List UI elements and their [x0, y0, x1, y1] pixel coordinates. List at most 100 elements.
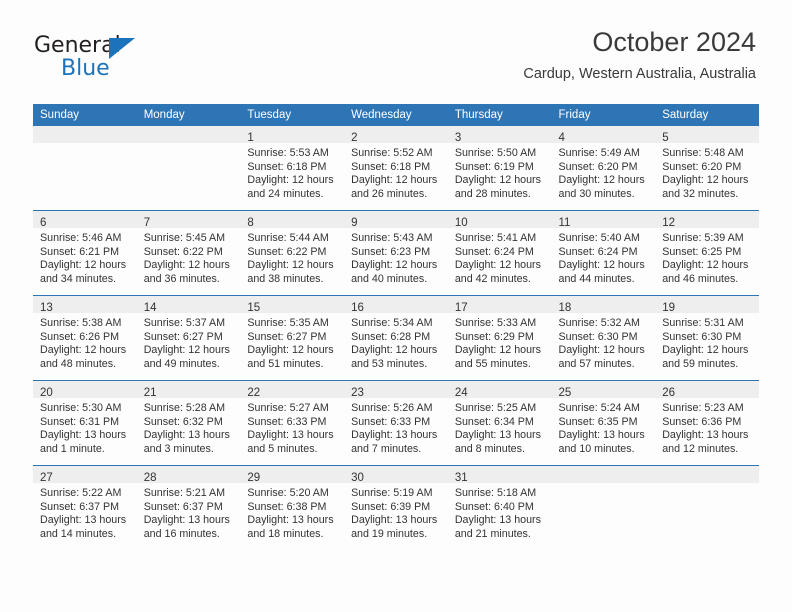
day-cell-26[interactable]: 26 Sunrise: 5:23 AM Sunset: 6:36 PM Dayligh… — [655, 380, 759, 466]
day-cell-18[interactable]: 18 Sunrise: 5:32 AM Sunset: 6:30 PM Dayligh… — [551, 295, 656, 381]
sunrise-line: Sunrise: 5:20 AM — [247, 487, 329, 499]
day-cell-details: Sunrise: 5:30 AM Sunset: 6:31 PM Daylight:… — [33, 398, 137, 456]
day-cell-27[interactable]: 27 Sunrise: 5:22 AM Sunset: 6:37 PM Dayligh… — [33, 465, 137, 550]
daylight-line-2: and 5 minutes. — [247, 442, 318, 455]
day-number-band: 8 — [240, 211, 345, 229]
day-number-band: 11 — [551, 211, 656, 229]
day-number: 17 — [454, 302, 468, 314]
day-cell-3[interactable]: 3 Sunrise: 5:50 AM Sunset: 6:19 PM Daylight… — [447, 126, 552, 211]
day-cell-details: Sunrise: 5:45 AM Sunset: 6:22 PM Daylight:… — [137, 228, 241, 286]
day-cell-19[interactable]: 19 Sunrise: 5:31 AM Sunset: 6:30 PM Dayligh… — [655, 295, 759, 381]
day-cell-details — [33, 143, 137, 147]
daylight-line-2: and 16 minutes. — [143, 527, 220, 540]
sunset-line: Sunset: 6:23 PM — [351, 245, 431, 258]
calendar-header-row: Sunday Monday Tuesday Wednesday Thursday Frid… — [33, 104, 759, 126]
sunrise-line: Sunrise: 5:52 AM — [351, 147, 433, 159]
day-cell-24[interactable]: 24 Sunrise: 5:25 AM Sunset: 6:34 PM Dayligh… — [447, 380, 552, 466]
sunset-line: Sunset: 6:20 PM — [662, 160, 742, 173]
day-number-band: 2 — [344, 126, 448, 144]
day-cell-6[interactable]: 6 Sunrise: 5:46 AM Sunset: 6:21 PM Daylight… — [33, 210, 137, 296]
day-cell-4[interactable]: 4 Sunrise: 5:49 AM Sunset: 6:20 PM Daylight… — [551, 126, 656, 211]
weekday-header-tuesday: Tuesday — [240, 104, 345, 126]
day-cell-2[interactable]: 2 Sunrise: 5:52 AM Sunset: 6:18 PM Daylight… — [344, 126, 448, 211]
day-number-band: 23 — [344, 381, 448, 399]
day-cell-11[interactable]: 11 Sunrise: 5:40 AM Sunset: 6:24 PM Dayligh… — [551, 210, 656, 296]
day-cell-1[interactable]: 1 Sunrise: 5:53 AM Sunset: 6:18 PM Daylight… — [240, 126, 345, 211]
day-cell-16[interactable]: 16 Sunrise: 5:34 AM Sunset: 6:28 PM Dayligh… — [344, 295, 448, 381]
day-cell-30[interactable]: 30 Sunrise: 5:19 AM Sunset: 6:39 PM Dayligh… — [344, 465, 448, 550]
day-cell-31[interactable]: 31 Sunrise: 5:18 AM Sunset: 6:40 PM Dayligh… — [447, 465, 552, 550]
page-header: General Blue October 2024 Cardup, Wester… — [0, 0, 792, 100]
day-cell-5[interactable]: 5 Sunrise: 5:48 AM Sunset: 6:20 PM Daylight… — [655, 126, 759, 211]
weekday-header-saturday: Saturday — [655, 104, 759, 126]
daylight-line-2: and 59 minutes. — [662, 357, 739, 370]
sunrise-line: Sunrise: 5:53 AM — [247, 147, 329, 159]
day-cell-details: Sunrise: 5:53 AM Sunset: 6:18 PM Daylight:… — [240, 143, 344, 201]
day-number-band: 16 — [344, 296, 448, 314]
day-number-band: 18 — [551, 296, 656, 314]
day-number-band — [33, 126, 137, 143]
day-cell-details — [552, 483, 656, 487]
day-cell-29[interactable]: 29 Sunrise: 5:20 AM Sunset: 6:38 PM Dayligh… — [240, 465, 345, 550]
day-cell-15[interactable]: 15 Sunrise: 5:35 AM Sunset: 6:27 PM Dayligh… — [240, 295, 345, 381]
day-number: 23 — [351, 387, 364, 399]
daylight-line-1: Daylight: 12 hours — [558, 174, 645, 187]
day-cell-details: Sunrise: 5:48 AM Sunset: 6:20 PM Daylight:… — [655, 143, 759, 201]
daylight-line-2: and 42 minutes. — [454, 272, 531, 285]
logo-text-blue: Blue — [61, 56, 110, 81]
daylight-line-2: and 44 minutes. — [558, 272, 635, 285]
day-cell-14[interactable]: 14 Sunrise: 5:37 AM Sunset: 6:27 PM Dayligh… — [136, 295, 241, 381]
sunset-line: Sunset: 6:27 PM — [247, 330, 327, 343]
day-number-band: 5 — [655, 126, 759, 144]
daylight-line-2: and 7 minutes. — [351, 442, 422, 455]
sunset-line: Sunset: 6:26 PM — [40, 330, 120, 343]
sunset-line: Sunset: 6:22 PM — [143, 245, 223, 258]
day-cell-details: Sunrise: 5:26 AM Sunset: 6:33 PM Daylight:… — [344, 398, 448, 456]
day-number: 30 — [351, 472, 364, 484]
daylight-line-1: Daylight: 12 hours — [662, 344, 749, 357]
weekday-header-wednesday: Wednesday — [344, 104, 448, 126]
day-cell-22[interactable]: 22 Sunrise: 5:27 AM Sunset: 6:33 PM Dayligh… — [240, 380, 345, 466]
day-cell-20[interactable]: 20 Sunrise: 5:30 AM Sunset: 6:31 PM Dayligh… — [33, 380, 137, 466]
daylight-line-2: and 1 minute. — [40, 442, 105, 455]
daylight-line-1: Daylight: 13 hours — [558, 429, 645, 442]
sunset-line: Sunset: 6:33 PM — [351, 415, 431, 428]
sunset-line: Sunset: 6:29 PM — [454, 330, 534, 343]
daylight-line-1: Daylight: 12 hours — [558, 259, 645, 272]
sunrise-line: Sunrise: 5:27 AM — [247, 402, 329, 414]
day-cell-13[interactable]: 13 Sunrise: 5:38 AM Sunset: 6:26 PM Dayligh… — [33, 295, 137, 381]
day-cell-28[interactable]: 28 Sunrise: 5:21 AM Sunset: 6:37 PM Dayligh… — [136, 465, 241, 550]
daylight-line-2: and 8 minutes. — [454, 442, 525, 455]
general-blue-logo[interactable]: General Blue — [34, 34, 154, 81]
day-cell-25[interactable]: 25 Sunrise: 5:24 AM Sunset: 6:35 PM Dayligh… — [551, 380, 656, 466]
daylight-line-1: Daylight: 12 hours — [558, 344, 645, 357]
weekday-header-row: Sunday Monday Tuesday Wednesday Thursday Frid… — [33, 104, 759, 126]
daylight-line-1: Daylight: 12 hours — [454, 259, 541, 272]
day-cell-10[interactable]: 10 Sunrise: 5:41 AM Sunset: 6:24 PM Dayligh… — [447, 210, 552, 296]
day-cell-21[interactable]: 21 Sunrise: 5:28 AM Sunset: 6:32 PM Dayligh… — [136, 380, 241, 466]
sunrise-line: Sunrise: 5:39 AM — [662, 232, 744, 244]
daylight-line-1: Daylight: 13 hours — [454, 514, 541, 527]
daylight-line-2: and 19 minutes. — [351, 527, 428, 540]
day-cell-7[interactable]: 7 Sunrise: 5:45 AM Sunset: 6:22 PM Daylight… — [136, 210, 241, 296]
calendar-week-row: 13 Sunrise: 5:38 AM Sunset: 6:26 PM Dayligh… — [33, 295, 759, 381]
day-cell-12[interactable]: 12 Sunrise: 5:39 AM Sunset: 6:25 PM Dayligh… — [655, 210, 759, 296]
day-cell-details: Sunrise: 5:28 AM Sunset: 6:32 PM Daylight:… — [137, 398, 241, 456]
day-cell-17[interactable]: 17 Sunrise: 5:33 AM Sunset: 6:29 PM Dayligh… — [447, 295, 552, 381]
daylight-line-1: Daylight: 12 hours — [351, 259, 438, 272]
daylight-line-1: Daylight: 13 hours — [454, 429, 541, 442]
day-cell-8[interactable]: 8 Sunrise: 5:44 AM Sunset: 6:22 PM Daylight… — [240, 210, 345, 296]
sunset-line: Sunset: 6:19 PM — [454, 160, 534, 173]
day-cell-details: Sunrise: 5:38 AM Sunset: 6:26 PM Daylight:… — [33, 313, 137, 371]
weekday-header-monday: Monday — [136, 104, 241, 126]
daylight-line-2: and 24 minutes. — [247, 187, 324, 200]
daylight-line-1: Daylight: 12 hours — [454, 174, 541, 187]
sunrise-line: Sunrise: 5:32 AM — [558, 317, 640, 329]
day-number: 18 — [558, 302, 572, 314]
day-cell-details: Sunrise: 5:31 AM Sunset: 6:30 PM Daylight:… — [655, 313, 759, 371]
sunrise-line: Sunrise: 5:18 AM — [454, 487, 537, 499]
day-number-band: 15 — [240, 296, 345, 314]
day-cell-9[interactable]: 9 Sunrise: 5:43 AM Sunset: 6:23 PM Daylight… — [344, 210, 448, 296]
day-number-band: 28 — [136, 466, 241, 484]
day-cell-23[interactable]: 23 Sunrise: 5:26 AM Sunset: 6:33 PM Dayligh… — [344, 380, 448, 466]
